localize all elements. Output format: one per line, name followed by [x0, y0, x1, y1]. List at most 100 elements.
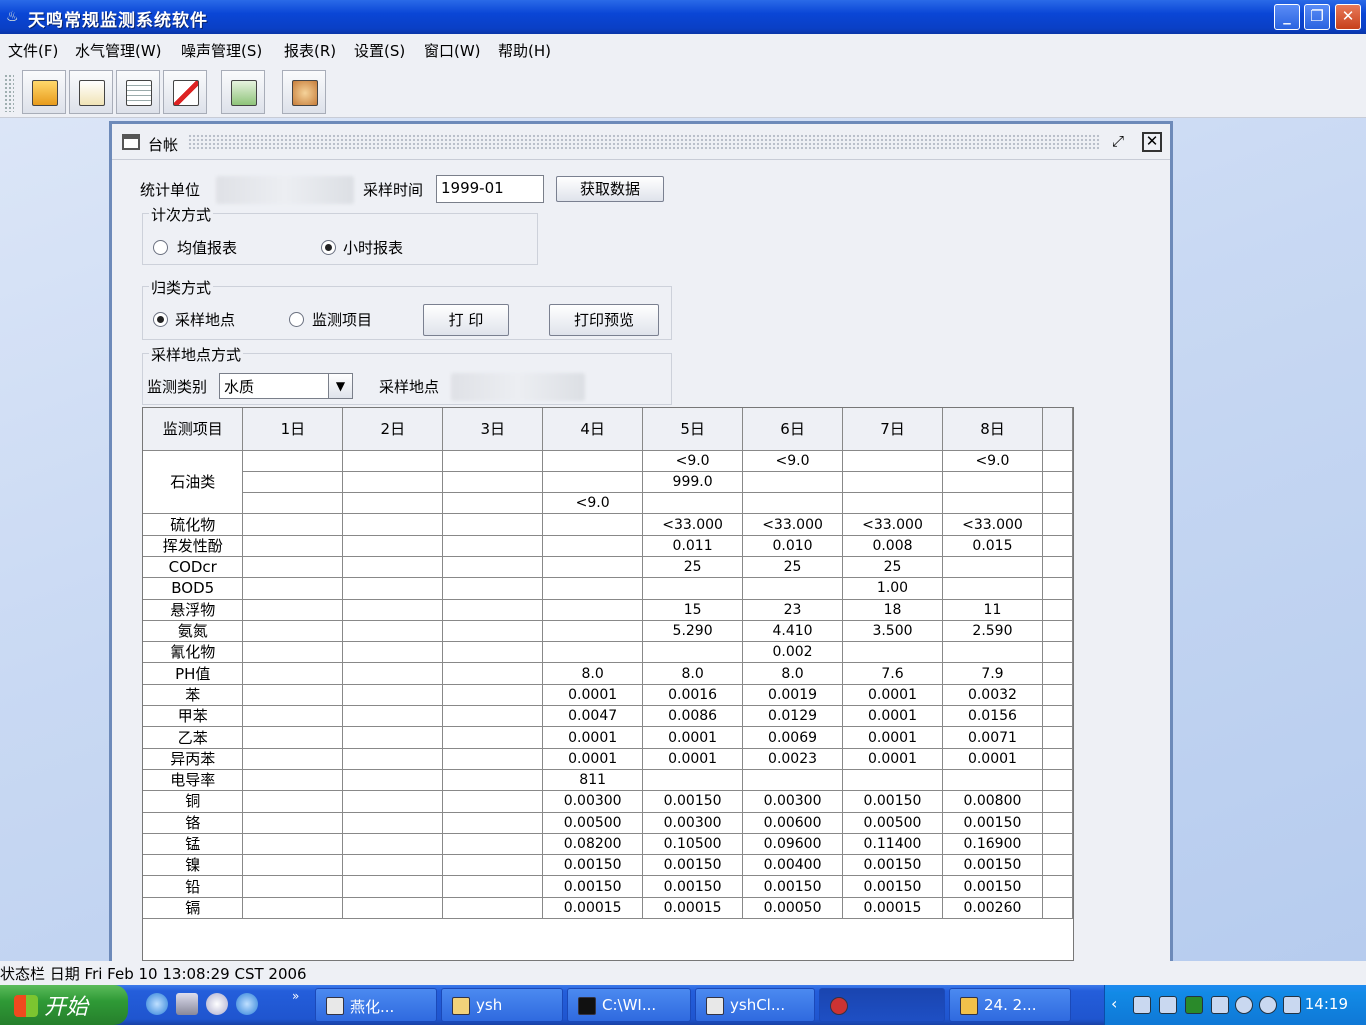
value-cell[interactable]: [242, 875, 344, 898]
value-cell[interactable]: [342, 854, 444, 877]
value-cell[interactable]: 4.410: [742, 620, 844, 643]
value-cell[interactable]: 0.00150: [742, 875, 844, 898]
toolbar-edit-button[interactable]: [69, 70, 113, 114]
value-cell[interactable]: <9.0: [542, 492, 644, 515]
start-button[interactable]: 开始: [0, 985, 128, 1025]
value-cell[interactable]: 25: [842, 556, 943, 579]
value-cell[interactable]: <9.0: [942, 450, 1043, 472]
value-cell[interactable]: [242, 726, 344, 749]
task-tool[interactable]: 24. 2...: [949, 988, 1071, 1022]
minimize-button[interactable]: _: [1274, 4, 1300, 30]
tray-monitor-icon[interactable]: [1211, 996, 1229, 1014]
value-cell[interactable]: 999.0: [642, 471, 744, 494]
value-cell[interactable]: [342, 535, 444, 557]
value-cell[interactable]: 0.00500: [542, 812, 644, 834]
value-cell[interactable]: [242, 556, 344, 579]
task-word[interactable]: 燕化...: [315, 988, 437, 1022]
value-cell[interactable]: <33.000: [942, 513, 1043, 536]
value-cell[interactable]: [342, 556, 444, 579]
value-cell[interactable]: [942, 577, 1043, 600]
value-cell[interactable]: [242, 577, 344, 600]
value-cell[interactable]: [242, 812, 344, 834]
value-cell[interactable]: [342, 620, 444, 643]
value-cell[interactable]: 0.0019: [742, 684, 844, 707]
category-select[interactable]: 水质 ▼: [219, 373, 353, 399]
value-cell[interactable]: 0.0023: [742, 748, 844, 770]
value-cell[interactable]: [442, 577, 544, 600]
title-drag-area[interactable]: [188, 134, 1100, 150]
value-cell[interactable]: 811: [542, 769, 644, 792]
value-cell[interactable]: 0.00500: [842, 812, 943, 834]
value-cell[interactable]: [542, 513, 644, 536]
tray-green-icon[interactable]: [1185, 996, 1203, 1014]
value-cell[interactable]: [242, 833, 344, 856]
value-cell[interactable]: 7.6: [842, 662, 943, 685]
globe-icon[interactable]: [146, 993, 168, 1015]
value-cell[interactable]: 0.0156: [942, 705, 1043, 728]
value-cell[interactable]: [442, 620, 544, 643]
value-cell[interactable]: 1.00: [842, 577, 943, 600]
value-cell[interactable]: 5.290: [642, 620, 744, 643]
menu-window[interactable]: 窗口(W): [424, 40, 481, 61]
column-header-day[interactable]: 3日: [442, 408, 544, 451]
value-cell[interactable]: [342, 726, 444, 749]
value-cell[interactable]: [542, 620, 644, 643]
column-header-blank[interactable]: [1042, 408, 1073, 451]
value-cell[interactable]: 0.00050: [742, 897, 844, 920]
value-cell[interactable]: [742, 577, 844, 600]
toolbar-settings-button[interactable]: [282, 70, 326, 114]
value-cell[interactable]: [442, 812, 544, 834]
value-cell[interactable]: 0.16900: [942, 833, 1043, 856]
value-cell[interactable]: 0.00300: [742, 790, 844, 813]
value-cell[interactable]: 0.09600: [742, 833, 844, 856]
value-cell[interactable]: [342, 662, 444, 685]
ie-icon[interactable]: [236, 993, 258, 1015]
tray-network-icon[interactable]: [1133, 996, 1151, 1014]
column-header-day[interactable]: 6日: [742, 408, 844, 451]
value-cell[interactable]: [342, 769, 444, 792]
value-cell[interactable]: [942, 471, 1043, 494]
value-cell[interactable]: [342, 599, 444, 621]
app-title-bar[interactable]: ♨ 天鸣常规监测系统软件 _ ❐ ✕: [0, 0, 1366, 34]
tray-keyboard-icon[interactable]: [1283, 996, 1301, 1014]
value-cell[interactable]: [342, 833, 444, 856]
tray-pen-icon[interactable]: [1159, 996, 1177, 1014]
value-cell[interactable]: [442, 705, 544, 728]
value-cell[interactable]: 0.015: [942, 535, 1043, 557]
value-cell[interactable]: 0.0001: [542, 726, 644, 749]
value-cell[interactable]: [742, 471, 844, 494]
value-cell[interactable]: 0.0047: [542, 705, 644, 728]
toolbar-list-button[interactable]: [116, 70, 160, 114]
column-header-day[interactable]: 5日: [642, 408, 744, 451]
menu-settings[interactable]: 设置(S): [354, 40, 405, 61]
messenger-icon[interactable]: [206, 993, 228, 1015]
value-cell[interactable]: [242, 492, 344, 515]
value-cell[interactable]: <33.000: [642, 513, 744, 536]
value-cell[interactable]: 0.0086: [642, 705, 744, 728]
value-cell[interactable]: [242, 897, 344, 920]
value-cell[interactable]: [342, 875, 444, 898]
value-cell[interactable]: [642, 492, 744, 515]
value-cell[interactable]: [942, 641, 1043, 664]
value-cell[interactable]: [442, 492, 544, 515]
value-cell[interactable]: [742, 769, 844, 792]
value-cell[interactable]: [642, 577, 744, 600]
value-cell[interactable]: 11: [942, 599, 1043, 621]
value-cell[interactable]: [342, 705, 444, 728]
value-cell[interactable]: 2.590: [942, 620, 1043, 643]
value-cell[interactable]: 0.00150: [942, 854, 1043, 877]
by-site-radio[interactable]: [153, 312, 168, 327]
value-cell[interactable]: [242, 790, 344, 813]
task-doc[interactable]: yshCl...: [695, 988, 815, 1022]
fetch-data-button[interactable]: 获取数据: [556, 176, 664, 202]
value-cell[interactable]: [542, 471, 644, 494]
value-cell[interactable]: 0.0001: [942, 748, 1043, 770]
column-header-day[interactable]: 4日: [542, 408, 644, 451]
value-cell[interactable]: [542, 577, 644, 600]
value-cell[interactable]: 0.0001: [842, 748, 943, 770]
sample-time-input[interactable]: 1999-01: [436, 175, 544, 203]
value-cell[interactable]: [442, 513, 544, 536]
value-cell[interactable]: [342, 492, 444, 515]
toolbar-chart-button[interactable]: [221, 70, 265, 114]
value-cell[interactable]: [242, 854, 344, 877]
